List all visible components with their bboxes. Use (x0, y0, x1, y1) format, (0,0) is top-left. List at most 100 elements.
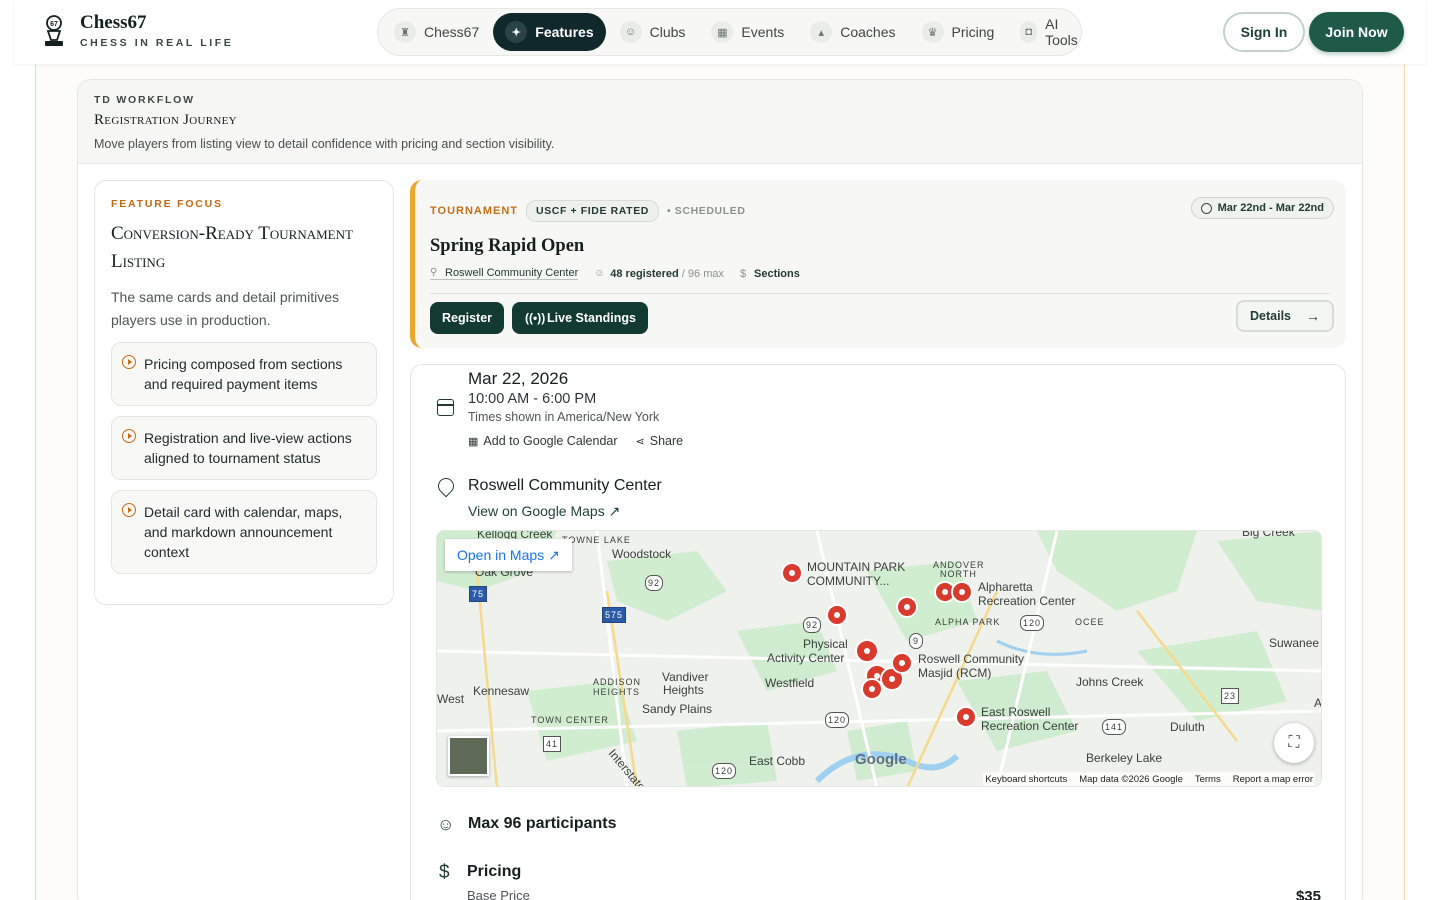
venue-link[interactable]: ⚲ Roswell Community Center (430, 267, 579, 280)
chess-pawn-icon: 67 (45, 15, 63, 46)
sparkle-icon: ✦ (505, 21, 528, 43)
brand[interactable]: 67 Chess67 CHESS IN REAL LIFE (40, 13, 233, 49)
calendar-plus-icon: ▦ (468, 436, 479, 448)
sign-in-button[interactable]: Sign In (1223, 12, 1305, 52)
nav-item-clubs[interactable]: ☺ Clubs (608, 13, 698, 51)
divider (430, 293, 1331, 294)
external-link-icon: ↗ (548, 546, 560, 563)
bullet-text: Detail card with calendar, maps, and mar… (144, 504, 343, 560)
view-on-google-maps-link[interactable]: View on Google Maps ↗ (468, 503, 620, 520)
report-error-link[interactable]: Report a map error (1233, 774, 1313, 785)
broadcast-icon: ((•)) (525, 311, 546, 325)
open-in-maps-button[interactable]: Open in Maps ↗ (445, 539, 572, 571)
map-label: Masjid (RCM) (918, 666, 992, 680)
event-timezone: Times shown in America/New York (468, 410, 660, 424)
map-label: COMMUNITY... (807, 574, 890, 588)
keyboard-shortcuts-link[interactable]: Keyboard shortcuts (985, 774, 1067, 785)
map-label: Vandiver (662, 670, 709, 684)
nav-item-ai-tools[interactable]: ◘ AI Tools (1008, 13, 1095, 51)
map-label: Physical (803, 637, 848, 651)
interstate-shield: 575 (602, 607, 627, 623)
focus-bullet: Pricing composed from sections and requi… (111, 342, 377, 406)
main-nav: ♜ Chess67 ✦ Features ☺ Clubs ▦ Events ▴ Coach… (377, 8, 1082, 56)
brand-name: Chess67 (80, 12, 147, 33)
details-label: Details (1250, 309, 1291, 323)
nav-item-events[interactable]: ▦ Events (699, 13, 796, 51)
map-label: Kennesaw (473, 684, 530, 698)
add-to-calendar-label: Add to Google Calendar (483, 434, 618, 448)
route-shield: 120 (1020, 615, 1045, 631)
users-icon: ☺ (594, 267, 605, 279)
arrow-right-icon: → (1306, 308, 1320, 324)
nav-item-features[interactable]: ✦ Features (493, 13, 606, 51)
brand-tagline: CHESS IN REAL LIFE (80, 37, 234, 49)
venue-map[interactable]: Kellogg Creek TOWNE LAKE Woodstock Oak G… (436, 530, 1322, 787)
map-label: Suwanee (1269, 636, 1320, 650)
registration-count: ☺ 48 registered / 96 max (594, 268, 724, 280)
calendar-icon: ▦ (711, 21, 734, 43)
focus-title: Conversion-Ready Tournament Listing (111, 223, 353, 272)
map-data-attribution: Map data ©2026 Google (1079, 773, 1183, 785)
date-range-badge: Mar 22nd - Mar 22nd (1190, 197, 1334, 219)
panel-header: TD WORKFLOW Registration Journey Move pl… (78, 80, 1362, 164)
base-price-value: $35 (1295, 888, 1321, 900)
map-label: MOUNTAIN PARK (807, 560, 906, 574)
satellite-toggle[interactable] (448, 736, 489, 776)
map-label: Recreation Center (981, 719, 1079, 733)
map-label: West (437, 692, 465, 706)
details-button[interactable]: Details → (1236, 300, 1334, 332)
map-label: Sandy Plains (642, 702, 713, 716)
map-label: TOWNE LAKE (562, 535, 631, 545)
bullet-text: Pricing composed from sections and requi… (144, 356, 343, 392)
map-label: NORTH (940, 569, 977, 579)
nav-label: Pricing (951, 24, 995, 40)
nav-item-coaches[interactable]: ▴ Coaches (798, 13, 907, 51)
calendar-icon (437, 399, 454, 416)
play-circle-icon (122, 355, 136, 369)
play-circle-icon (122, 429, 136, 443)
dollar-icon: $ (439, 862, 450, 883)
map-pin-icon: ⚲ (430, 267, 438, 278)
calendar-actions: ▦ Add to Google Calendar ⋖ Share (468, 434, 683, 448)
panel-subtitle: Move players from listing view to detail… (94, 137, 555, 151)
max-participants: Max 96 participants (468, 815, 617, 832)
interstate-shield: 75 (469, 586, 488, 602)
tournament-detail-card: Mar 22, 2026 10:00 AM - 6:00 PM Times sh… (410, 364, 1346, 900)
users-icon: ☺ (619, 21, 642, 43)
map-label: A (1314, 696, 1322, 710)
clock-icon (1200, 203, 1212, 214)
map-label: Heights (663, 683, 704, 697)
join-now-button[interactable]: Join Now (1309, 12, 1404, 52)
bullet-text: Registration and live-view actions align… (144, 430, 352, 466)
focus-eyebrow: FEATURE FOCUS (111, 198, 223, 210)
external-link-icon: ↗ (608, 503, 621, 519)
sections-link[interactable]: $ Sections (740, 268, 800, 280)
venue-name: Roswell Community Center (445, 267, 579, 279)
tournament-actions: Register ((•)) Live Standings (430, 302, 1331, 334)
sections-label: Sections (754, 267, 800, 280)
register-button[interactable]: Register (430, 302, 505, 334)
map-label: Johns Creek (1076, 675, 1144, 689)
map-label: Roswell Community (918, 652, 1025, 666)
nav-item-chess67[interactable]: ♜ Chess67 (382, 13, 491, 51)
rating-badge: USCF + FIDE RATED (526, 200, 659, 222)
route-shield: 23 (1221, 688, 1240, 704)
map-label: East Cobb (749, 754, 806, 768)
base-price-label: Base Price (467, 888, 530, 900)
event-time: 10:00 AM - 6:00 PM (468, 391, 597, 407)
add-to-calendar-link[interactable]: ▦ Add to Google Calendar (468, 434, 618, 448)
share-link[interactable]: ⋖ Share (636, 434, 684, 448)
live-standings-label: Live Standings (547, 311, 636, 325)
fullscreen-icon[interactable]: ⛶ (1274, 723, 1314, 763)
terms-link[interactable]: Terms (1195, 774, 1221, 785)
live-standings-button[interactable]: ((•)) Live Standings (512, 302, 648, 334)
nav-label: Events (741, 24, 785, 40)
open-in-maps-label: Open in Maps (457, 547, 545, 563)
nav-item-pricing[interactable]: ♛ Pricing (910, 13, 1007, 51)
venue-name: Roswell Community Center (468, 477, 662, 494)
map-label: ALPHA PARK (935, 617, 1001, 627)
nav-label: Coaches (840, 24, 896, 40)
map-label: OCEE (1075, 617, 1105, 627)
map-label: Westfield (765, 676, 815, 690)
panel-title: Registration Journey (94, 112, 237, 128)
